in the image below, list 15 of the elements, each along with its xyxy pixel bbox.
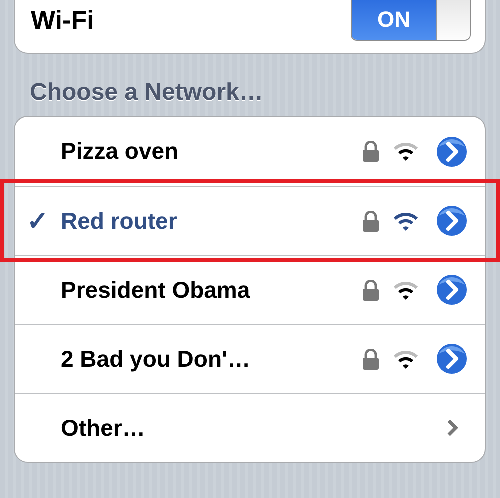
network-row[interactable]: President Obama [15,255,485,324]
network-name: Other… [61,414,146,443]
wifi-toggle[interactable]: ON [351,0,471,41]
section-header: Choose a Network… [29,78,264,108]
wifi-label: Wi-Fi [31,4,94,37]
network-name: Pizza oven [61,137,179,166]
chevron-icon [447,419,459,437]
network-name: Red router [61,206,178,236]
checkmark: ✓ [27,204,50,238]
network-row[interactable]: 2 Bad you Don'… [15,324,485,393]
network-row[interactable]: Pizza oven [15,117,485,186]
network-row[interactable]: Other… [15,393,485,462]
network-name: President Obama [61,276,250,305]
network-name: 2 Bad you Don'… [61,344,250,374]
network-row[interactable]: ✓ Red router [15,186,485,255]
